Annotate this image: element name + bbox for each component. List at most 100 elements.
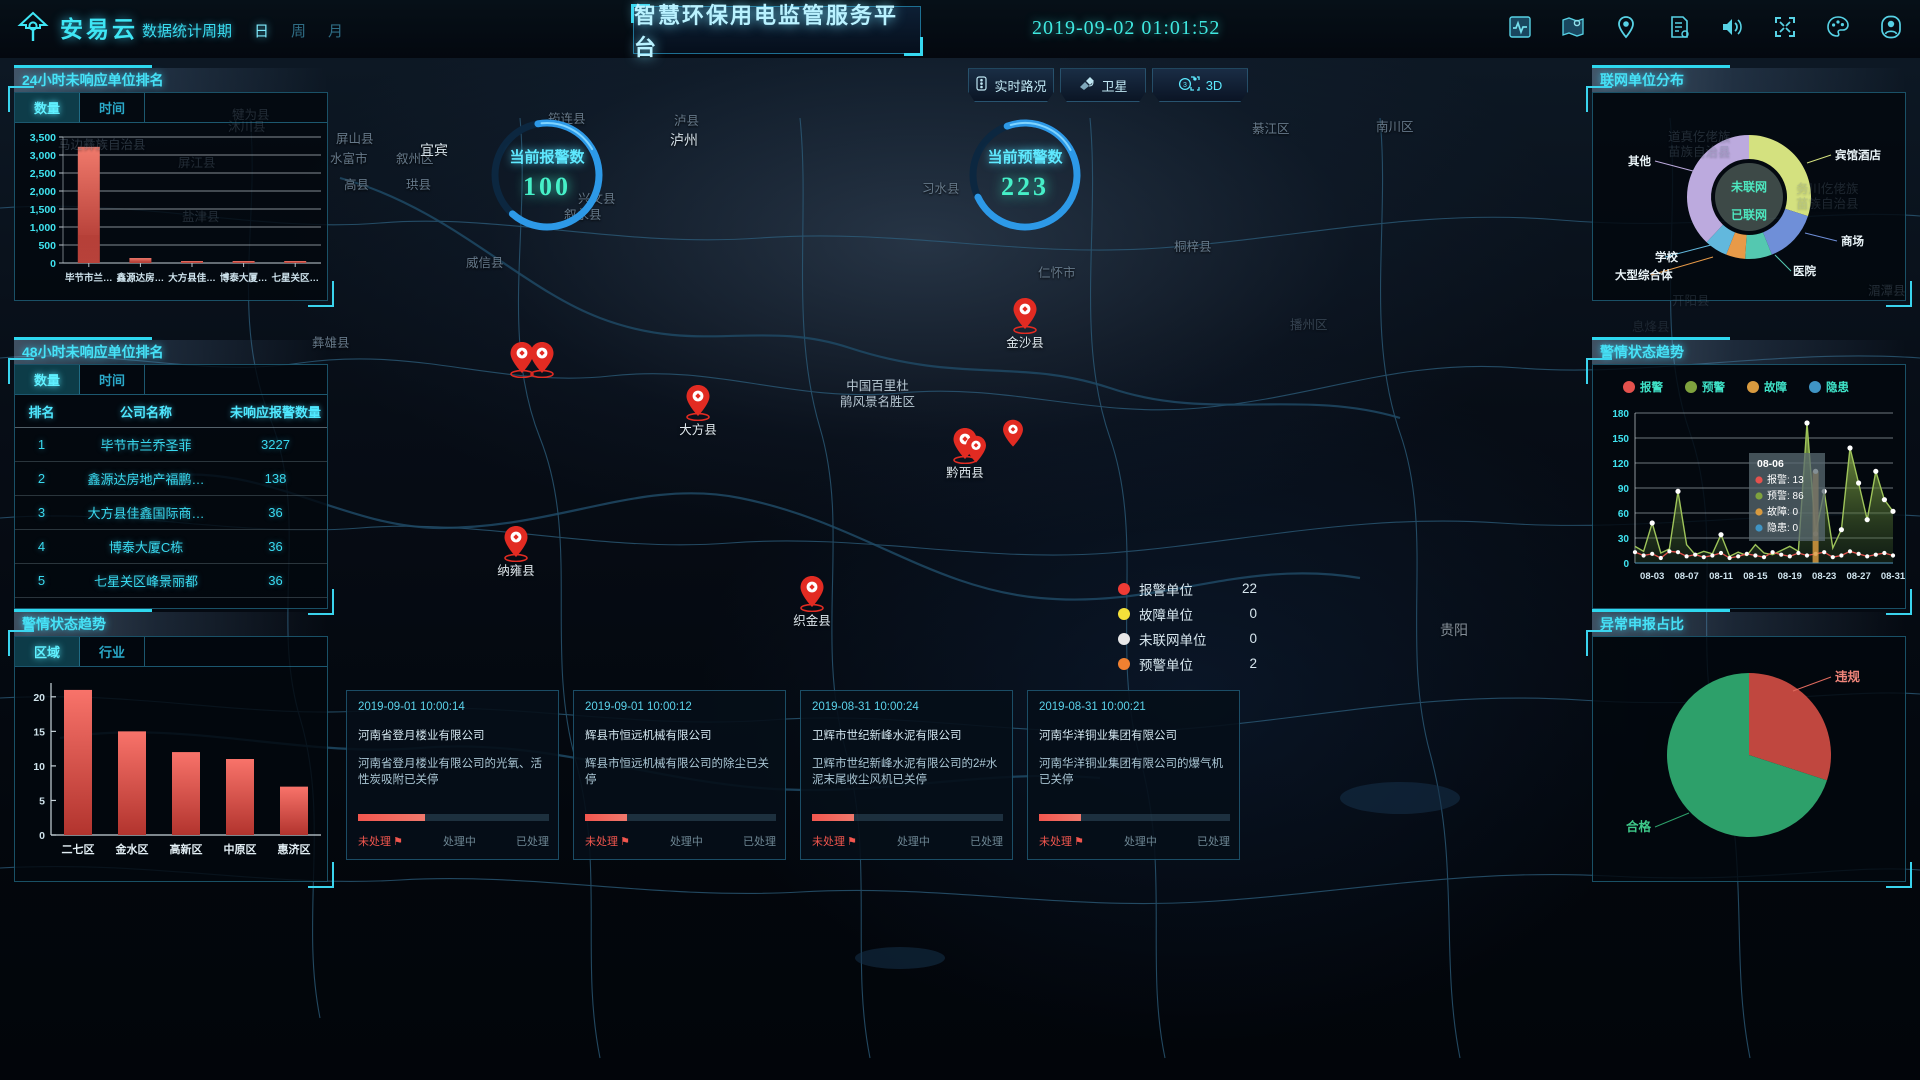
table-row[interactable]: 4 博泰大厦C栋 36	[15, 529, 327, 564]
map-chart-icon[interactable]	[1560, 14, 1586, 40]
event-org-name: 河南省登月楼业有限公司	[358, 730, 485, 742]
chart-alarm-status-region: 0 5 10 15 20 二七区 金水区 高新区 中原区 惠济区	[15, 667, 327, 881]
event-steps[interactable]: 未处理 ⚑ 处理中 已处理	[1039, 833, 1230, 849]
svg-text:医院: 医院	[1793, 264, 1816, 278]
map-control-satellite[interactable]: 卫星	[1060, 68, 1146, 102]
map-pin[interactable]	[963, 434, 989, 472]
svg-text:惠济区: 惠济区	[278, 842, 311, 856]
place-label: 泸州	[670, 132, 698, 148]
prewarn-gauge-value: 223	[1001, 172, 1049, 201]
tab-bar[interactable]: 数量 时间	[15, 365, 327, 395]
svg-text:2,000: 2,000	[30, 186, 56, 198]
panel-content: 数量 时间 0 500 1,000 1,500 2,000 2,500 3,000 3,500…	[8, 86, 334, 307]
tab-time[interactable]: 时间	[80, 365, 145, 394]
legend-row: 报警单位 22	[1118, 576, 1257, 601]
cell-rank: 1	[15, 427, 69, 462]
monitor-pulse-icon[interactable]	[1507, 14, 1533, 40]
table-row[interactable]: 3 大方县佳鑫国际商… 36	[15, 495, 327, 530]
map-control-3d[interactable]: 3 3D	[1152, 68, 1248, 102]
event-card[interactable]: 2019-09-01 10:00:12 辉县市恒远机械有限公司 辉县市恒远机械有…	[573, 690, 786, 860]
svg-text:500: 500	[38, 240, 56, 252]
palette-icon[interactable]	[1825, 14, 1851, 40]
event-step-unprocessed[interactable]: 未处理 ⚑	[812, 833, 857, 849]
map-pin[interactable]: 金沙县	[1006, 296, 1044, 350]
svg-text:金水区: 金水区	[115, 842, 149, 856]
prewarn-gauge-label: 当前预警数	[987, 149, 1063, 166]
map-pin[interactable]: 织金县	[793, 574, 831, 628]
event-card[interactable]: 2019-08-31 10:00:21 河南华洋铜业集团有限公司 河南华洋铜业集…	[1027, 690, 1240, 860]
cell-rank: 2	[15, 461, 69, 496]
map-view-controls[interactable]: 实时路况 卫星 3 3D	[968, 68, 1248, 102]
table-row[interactable]: 2 鑫源达房地产福鹏… 138	[15, 461, 327, 496]
legend-value: 22	[1241, 581, 1257, 596]
event-step-unprocessed[interactable]: 未处理 ⚑	[585, 833, 630, 849]
fullscreen-icon[interactable]	[1772, 14, 1798, 40]
svg-text:大型综合体: 大型综合体	[1615, 268, 1673, 282]
event-steps[interactable]: 未处理 ⚑ 处理中 已处理	[358, 833, 549, 849]
unprocessed-marker-icon: ⚑	[847, 836, 857, 848]
table-row[interactable]: 5 七星关区峰景丽都 36	[15, 563, 327, 598]
table-row[interactable]: 1 毕节市兰乔圣菲 3227	[15, 427, 327, 462]
map-pin[interactable]: 纳雍县	[497, 524, 535, 578]
event-steps[interactable]: 未处理 ⚑ 处理中 已处理	[585, 833, 776, 849]
event-progress-fill	[358, 814, 425, 821]
cell-company: 鑫源达房地产福鹏…	[68, 461, 225, 496]
event-step-unprocessed[interactable]: 未处理 ⚑	[1039, 833, 1084, 849]
document-list-icon[interactable]	[1666, 14, 1692, 40]
period-option-week[interactable]: 周	[291, 20, 306, 41]
tab-quantity[interactable]: 数量	[15, 93, 80, 122]
place-label: 桐梓县	[1174, 240, 1212, 254]
svg-text:预警: 86: 预警: 86	[1767, 489, 1804, 502]
map-pin[interactable]: 大方县	[679, 383, 717, 437]
event-card[interactable]: 2019-09-01 10:00:14 河南省登月楼业有限公司 河南省登月楼业有…	[346, 690, 559, 860]
period-selector[interactable]: 数据统计周期 日 周 月	[142, 20, 343, 41]
event-step-processing[interactable]: 处理中	[443, 833, 476, 849]
tab-industry[interactable]: 行业	[80, 637, 145, 666]
prewarn-unit-dot-icon	[1118, 657, 1130, 670]
period-option-month[interactable]: 月	[328, 20, 343, 41]
map-control-traffic[interactable]: 实时路况	[968, 68, 1054, 102]
alarm-gauge: 当前报警数 100	[484, 112, 610, 238]
panel-title-text: 异常申报占比	[1600, 616, 1684, 632]
legend-row: 预警单位 2	[1118, 651, 1257, 676]
svg-text:120: 120	[1612, 459, 1629, 470]
tab-bar[interactable]: 数量 时间	[15, 93, 327, 123]
cell-count: 36	[224, 495, 327, 530]
panel-title-text: 联网单位分布	[1600, 72, 1684, 88]
user-account-icon[interactable]	[1878, 14, 1904, 40]
svg-text:大方县佳…: 大方县佳…	[168, 272, 216, 284]
period-option-day[interactable]: 日	[254, 20, 269, 41]
svg-text:1,000: 1,000	[30, 222, 56, 234]
tab-time[interactable]: 时间	[80, 93, 145, 122]
event-step-done[interactable]: 已处理	[970, 833, 1003, 849]
unprocessed-marker-icon: ⚑	[1074, 836, 1084, 848]
event-step-processing[interactable]: 处理中	[897, 833, 930, 849]
volume-icon[interactable]	[1719, 14, 1745, 40]
tab-quantity[interactable]: 数量	[15, 365, 80, 394]
location-pin-icon[interactable]	[1613, 14, 1639, 40]
tab-region[interactable]: 区域	[15, 637, 80, 666]
map-pin[interactable]	[1000, 418, 1026, 456]
svg-text:0: 0	[1623, 559, 1629, 570]
event-step-processing[interactable]: 处理中	[1124, 833, 1157, 849]
svg-text:故障: 故障	[1764, 380, 1787, 394]
period-label: 数据统计周期	[142, 23, 233, 40]
event-steps[interactable]: 未处理 ⚑ 处理中 已处理	[812, 833, 1003, 849]
svg-text:08-03: 08-03	[1640, 571, 1664, 582]
map-pin[interactable]	[527, 340, 557, 383]
svg-text:90: 90	[1618, 484, 1630, 495]
cell-rank: 5	[15, 563, 69, 598]
logo[interactable]: 安易云	[16, 10, 138, 44]
panel-header: 警情状态趋势	[1592, 337, 1906, 364]
event-step-processing[interactable]: 处理中	[670, 833, 703, 849]
event-step-done[interactable]: 已处理	[743, 833, 776, 849]
event-step-done[interactable]: 已处理	[516, 833, 549, 849]
tab-bar[interactable]: 区域 行业	[15, 637, 327, 667]
offline-unit-dot-icon	[1118, 632, 1130, 645]
legend-label: 预警单位	[1139, 657, 1193, 673]
event-step-done[interactable]: 已处理	[1197, 833, 1230, 849]
svg-text:隐患: 隐患	[1826, 380, 1849, 394]
event-step-unprocessed[interactable]: 未处理 ⚑	[358, 833, 403, 849]
svg-text:二七区: 二七区	[62, 842, 95, 856]
event-card[interactable]: 2019-08-31 10:00:24 卫辉市世纪新峰水泥有限公司 卫辉市世纪新…	[800, 690, 1013, 860]
